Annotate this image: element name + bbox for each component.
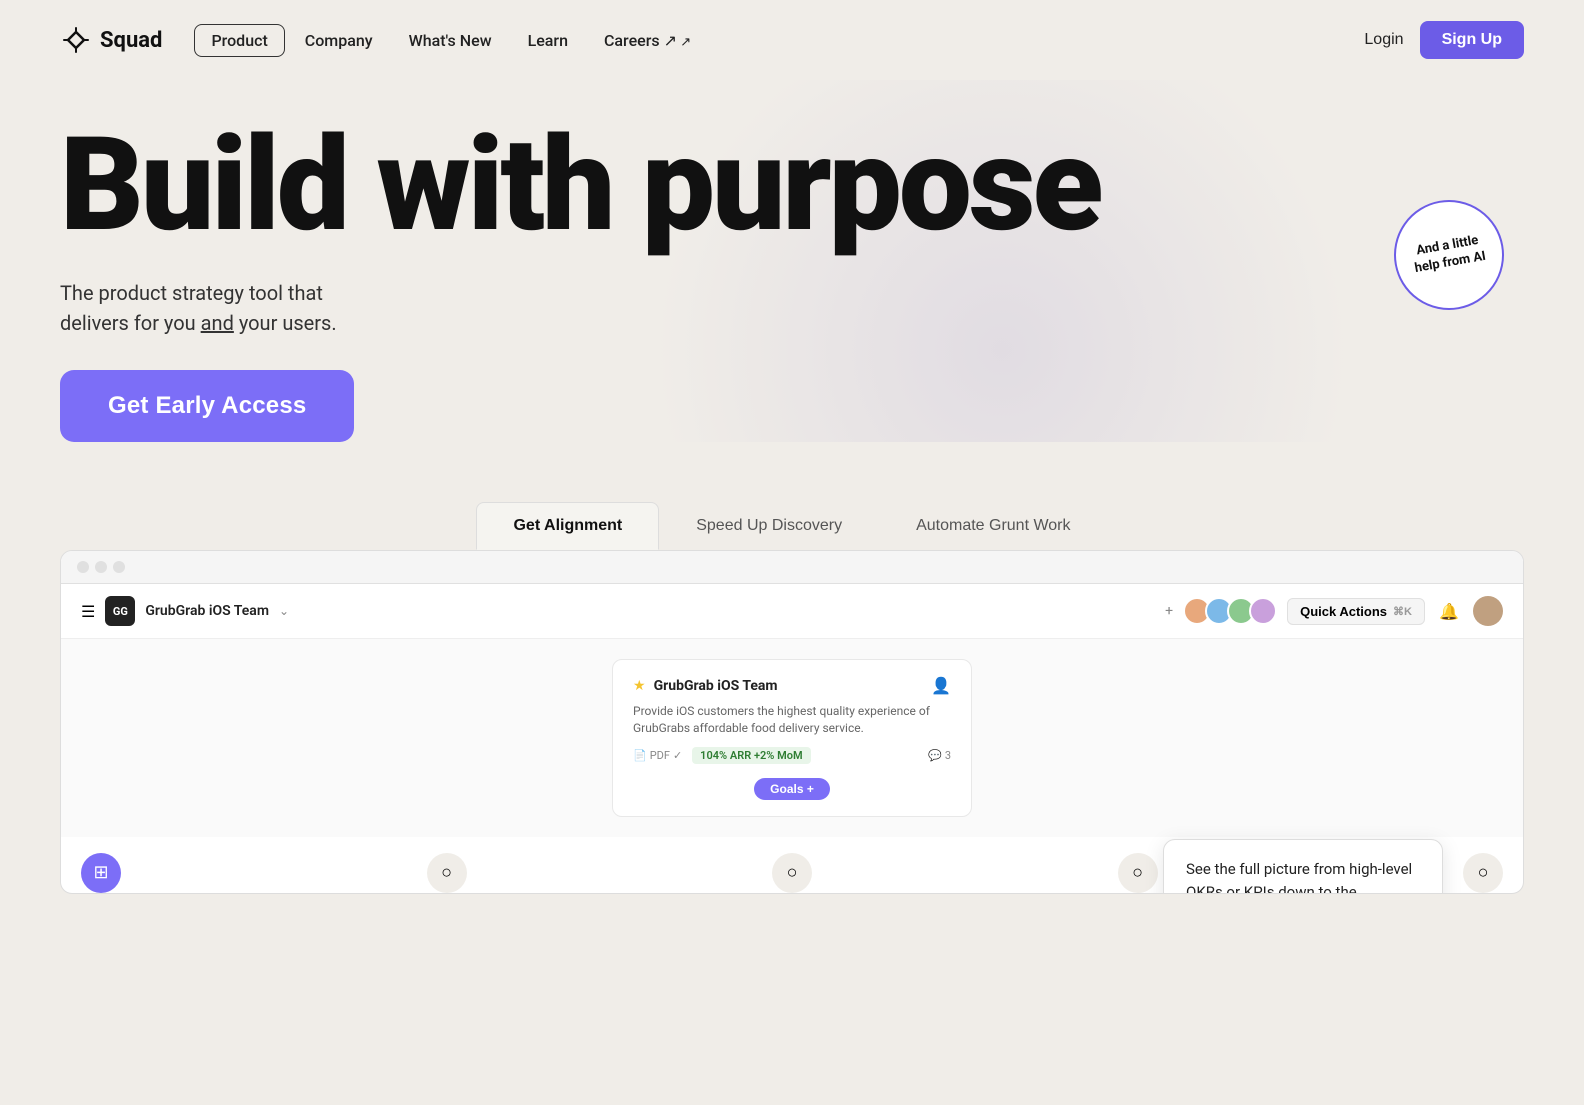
- nav-item-learn[interactable]: Learn: [512, 23, 584, 58]
- browser-dot-minimize: [95, 561, 107, 573]
- logo-icon: [60, 24, 92, 56]
- navbar: Squad Product Company What's New Learn C…: [0, 0, 1584, 80]
- goals-button[interactable]: Goals +: [754, 778, 830, 800]
- tab-speed-up-discovery[interactable]: Speed Up Discovery: [659, 502, 879, 550]
- pdf-label: 📄 PDF ✓: [633, 749, 682, 762]
- hero-heading: Build with purpose: [60, 120, 1260, 250]
- team-name: GrubGrab iOS Team: [145, 603, 269, 619]
- browser-dot-close: [77, 561, 89, 573]
- logo[interactable]: Squad: [60, 24, 162, 56]
- tooltip-box: ↙ See the full picture from high-level O…: [1163, 839, 1443, 894]
- project-title-row: ★ GrubGrab iOS Team: [633, 678, 778, 694]
- hero-subheading: The product strategy tool that delivers …: [60, 278, 1524, 338]
- nav-links: Product Company What's New Learn Careers…: [194, 23, 1364, 58]
- get-early-access-button[interactable]: Get Early Access: [60, 370, 354, 442]
- nav-item-careers[interactable]: Careers ↗: [588, 23, 707, 58]
- star-icon: ★: [633, 678, 646, 694]
- tab-get-alignment[interactable]: Get Alignment: [476, 502, 659, 550]
- nav-item-company[interactable]: Company: [289, 23, 389, 58]
- logo-text: Squad: [100, 28, 162, 53]
- app-logo: GG: [105, 596, 135, 626]
- app-bar-right: + Quick Actions ⌘K 🔔: [1165, 596, 1503, 626]
- app-bar-left: ☰ GG GrubGrab iOS Team ⌄: [81, 596, 289, 626]
- nav-item-whats-new[interactable]: What's New: [393, 23, 508, 58]
- project-meta: 📄 PDF ✓ 104% ARR +2% MoM 💬 3: [633, 747, 951, 764]
- team-avatars: [1183, 597, 1277, 625]
- feature-tabs: Get Alignment Speed Up Discovery Automat…: [0, 502, 1584, 550]
- bottom-icon-1: ⊞: [81, 853, 121, 893]
- quick-actions-shortcut: ⌘K: [1393, 605, 1412, 618]
- notifications-button[interactable]: 🔔: [1435, 597, 1463, 625]
- user-avatar[interactable]: [1473, 596, 1503, 626]
- hero-section: Build with purpose The product strategy …: [0, 80, 1584, 442]
- project-card-header: ★ GrubGrab iOS Team 👤: [633, 676, 951, 695]
- app-content-area: ★ GrubGrab iOS Team 👤 Provide iOS custom…: [61, 639, 1523, 837]
- goals-bar: Goals +: [633, 778, 951, 800]
- hamburger-icon[interactable]: ☰: [81, 602, 95, 621]
- browser-dot-maximize: [113, 561, 125, 573]
- team-chevron-icon[interactable]: ⌄: [279, 604, 289, 618]
- plus-add-icon[interactable]: +: [1165, 603, 1173, 619]
- quick-actions-button[interactable]: Quick Actions ⌘K: [1287, 598, 1425, 625]
- pdf-icon: 📄: [633, 749, 647, 762]
- project-card-title: GrubGrab iOS Team: [654, 678, 778, 694]
- bottom-icon-2: ○: [427, 853, 467, 893]
- login-button[interactable]: Login: [1364, 31, 1403, 49]
- person-icon: 👤: [931, 676, 951, 695]
- signup-button[interactable]: Sign Up: [1420, 21, 1524, 59]
- app-toolbar: ☰ GG GrubGrab iOS Team ⌄ + Quick Actions…: [61, 584, 1523, 639]
- avatar-4: [1249, 597, 1277, 625]
- project-card: ★ GrubGrab iOS Team 👤 Provide iOS custom…: [612, 659, 972, 817]
- bottom-icon-3: ○: [772, 853, 812, 893]
- browser-chrome-bar: [61, 551, 1523, 584]
- nav-item-product[interactable]: Product: [194, 24, 284, 57]
- comment-icon: 💬 3: [928, 749, 951, 762]
- bell-icon: 🔔: [1439, 602, 1459, 621]
- tooltip-text: See the full picture from high-level OKR…: [1186, 860, 1412, 894]
- arr-badge: 104% ARR +2% MoM: [692, 747, 810, 764]
- project-description: Provide iOS customers the highest qualit…: [633, 703, 951, 737]
- nav-right: Login Sign Up: [1364, 21, 1524, 59]
- bottom-icon-5: ○: [1463, 853, 1503, 893]
- browser-mockup: ☰ GG GrubGrab iOS Team ⌄ + Quick Actions…: [60, 550, 1524, 894]
- tab-automate-grunt-work[interactable]: Automate Grunt Work: [879, 502, 1107, 550]
- quick-actions-label: Quick Actions: [1300, 604, 1387, 619]
